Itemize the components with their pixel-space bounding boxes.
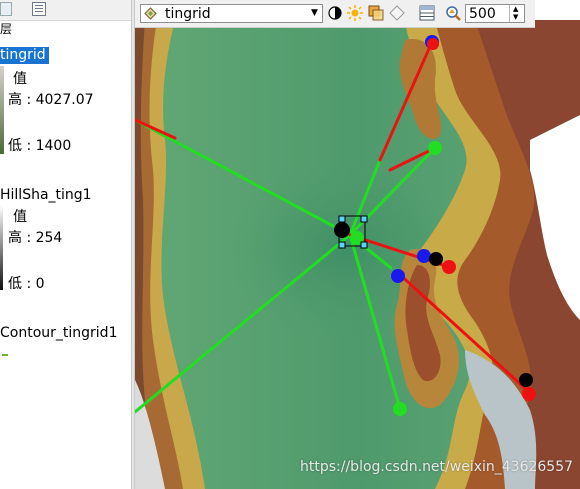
list-by-drawing-order-icon[interactable] bbox=[0, 2, 12, 16]
table-icon[interactable] bbox=[418, 4, 436, 22]
green-point[interactable] bbox=[393, 402, 407, 416]
layer-select[interactable]: tingrid ▼ bbox=[140, 4, 323, 23]
black-point[interactable] bbox=[519, 373, 533, 387]
blue-point[interactable] bbox=[417, 249, 431, 263]
layer-item-contour[interactable]: Contour_tingrid1 bbox=[0, 325, 117, 342]
zoom-spinner[interactable]: ▲ ▼ bbox=[509, 5, 524, 22]
legend-high-value: 高 : 4027.07 bbox=[8, 92, 94, 108]
brightness-icon[interactable] bbox=[346, 4, 364, 22]
red-point[interactable] bbox=[522, 387, 536, 401]
observer-point[interactable] bbox=[334, 222, 350, 238]
zoom-scale-value: 500 bbox=[469, 6, 496, 22]
layer-select-value: tingrid bbox=[165, 6, 211, 22]
contour-line-swatch bbox=[2, 348, 8, 356]
chevron-down-icon[interactable]: ▼ bbox=[307, 5, 322, 22]
watermark-text: https://blog.csdn.net/weixin_43626557 bbox=[300, 459, 574, 475]
hillshade-color-ramp bbox=[0, 205, 3, 290]
toc-toolbar bbox=[0, 0, 131, 21]
table-of-contents-panel: 层 tingrid 值 高 : 4027.07 低 : 1400 HillSha… bbox=[0, 0, 131, 489]
transparency-icon[interactable] bbox=[367, 4, 385, 22]
spinner-down-icon[interactable]: ▼ bbox=[513, 14, 518, 21]
legend-value-label: 值 bbox=[13, 209, 27, 225]
legend-low-value: 低 : 1400 bbox=[8, 138, 72, 154]
blue-point[interactable] bbox=[391, 269, 405, 283]
legend-low-value: 低 : 0 bbox=[8, 276, 45, 292]
selection-handle[interactable] bbox=[338, 215, 346, 223]
layer-item-tingrid[interactable]: tingrid bbox=[0, 47, 49, 64]
elevation-color-ramp bbox=[0, 66, 4, 154]
image-analysis-toolbar: tingrid ▼ 500 ▲ ▼ bbox=[135, 0, 535, 28]
list-by-source-icon[interactable] bbox=[32, 2, 46, 16]
red-point[interactable] bbox=[442, 260, 456, 274]
selection-handle[interactable] bbox=[338, 241, 346, 249]
layer-diamond-icon bbox=[144, 7, 157, 20]
zoom-scale-input[interactable]: 500 ▲ ▼ bbox=[465, 4, 525, 23]
layer-item-hillshade[interactable]: HillSha_ting1 bbox=[0, 187, 92, 204]
legend-value-label: 值 bbox=[13, 71, 27, 87]
map-view[interactable] bbox=[135, 20, 580, 489]
green-point[interactable] bbox=[428, 141, 442, 155]
zoom-scale-icon[interactable] bbox=[444, 4, 462, 22]
layers-group-label: 层 bbox=[0, 22, 13, 36]
spinner-up-icon[interactable]: ▲ bbox=[513, 6, 518, 13]
swipe-icon[interactable] bbox=[388, 4, 406, 22]
black-point[interactable] bbox=[429, 252, 443, 266]
contrast-icon[interactable] bbox=[326, 4, 344, 22]
selection-handle[interactable] bbox=[360, 241, 368, 249]
legend-high-value: 高 : 254 bbox=[8, 230, 63, 246]
terrain-map[interactable] bbox=[135, 20, 580, 489]
selection-handle[interactable] bbox=[360, 215, 368, 223]
red-point[interactable] bbox=[427, 38, 439, 50]
